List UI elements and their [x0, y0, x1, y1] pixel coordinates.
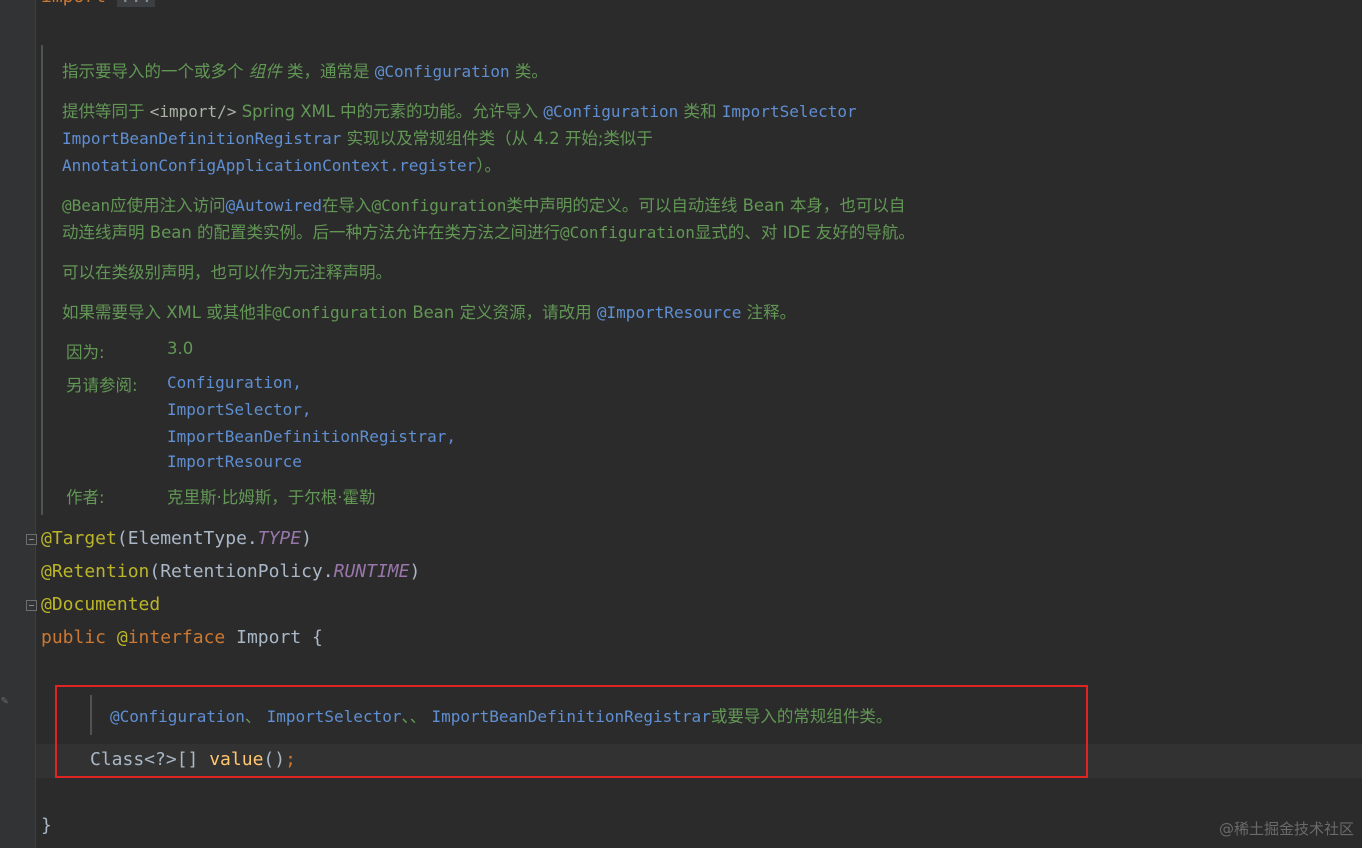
code-line-target[interactable]: @Target(ElementType.TYPE): [41, 528, 312, 549]
javadoc-rendered: 指示要导入的一个或多个 组件 类，通常是 @Configuration 类。 提…: [62, 58, 1062, 339]
author-label: 作者:: [66, 488, 105, 507]
code-line-closing-brace[interactable]: }: [41, 815, 52, 836]
doc-link[interactable]: ImportSelector: [722, 102, 857, 121]
edit-marker-icon: ✎: [1, 693, 9, 707]
since-label: 因为:: [66, 343, 105, 362]
doc-link[interactable]: @Autowired: [226, 196, 322, 215]
since-value: 3.0: [167, 339, 194, 358]
doc-link[interactable]: @Configuration: [543, 102, 678, 121]
code-line-retention[interactable]: @Retention(RetentionPolicy.RUNTIME): [41, 561, 420, 582]
doc-link[interactable]: @Configuration: [375, 62, 510, 81]
editor-gutter[interactable]: [0, 0, 36, 848]
see-also-link[interactable]: ImportSelector,: [167, 400, 312, 419]
fold-toggle-icon[interactable]: [26, 534, 37, 545]
import-fold-line[interactable]: import ...: [41, 0, 156, 7]
fold-toggle-icon[interactable]: [26, 600, 37, 611]
code-line-declaration[interactable]: public @interface Import {: [41, 627, 323, 648]
see-also-label: 另请参阅:: [66, 376, 138, 395]
javadoc-bar: [41, 45, 43, 515]
see-also-link[interactable]: Configuration,: [167, 373, 302, 392]
gutter-separator: [35, 0, 36, 848]
doc-link[interactable]: AnnotationConfigApplicationContext.regis…: [62, 156, 476, 175]
author-value: 克里斯·比姆斯，于尔根·霍勒: [167, 488, 376, 507]
doc-paragraph-2: 提供等同于 <import/> Spring XML 中的元素的功能。允许导入 …: [62, 102, 857, 175]
watermark: @稀土掘金技术社区: [1218, 820, 1354, 838]
doc-link[interactable]: @ImportResource: [597, 303, 742, 322]
code-line-documented[interactable]: @Documented: [41, 594, 160, 615]
doc-paragraph-4: 可以在类级别声明，也可以作为元注释声明。: [62, 263, 392, 282]
see-also-link[interactable]: ImportResource: [167, 452, 302, 471]
doc-paragraph-3: @Bean应使用注入访问@Autowired在导入@Configuration类…: [62, 196, 915, 242]
annotation-highlight-box: [55, 685, 1088, 778]
see-also-link[interactable]: ImportBeanDefinitionRegistrar,: [167, 427, 456, 446]
doc-paragraph-1: 指示要导入的一个或多个 组件 类，通常是 @Configuration 类。: [62, 62, 548, 81]
folded-ellipsis[interactable]: ...: [116, 0, 156, 7]
doc-paragraph-5: 如果需要导入 XML 或其他非@Configuration Bean 定义资源，…: [62, 303, 797, 322]
doc-link[interactable]: ImportBeanDefinitionRegistrar: [62, 129, 341, 148]
